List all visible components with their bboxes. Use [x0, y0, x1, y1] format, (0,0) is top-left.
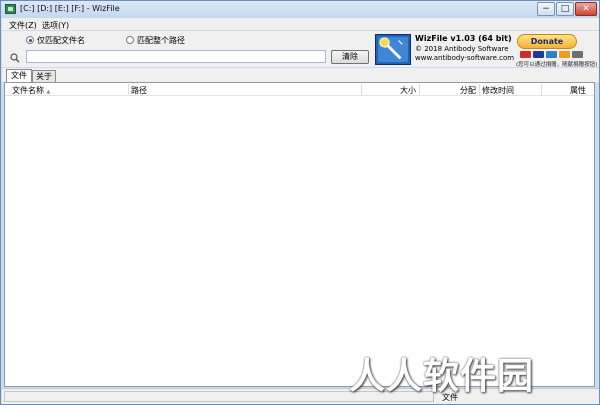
menu-bar: 文件(Z) 选项(Y)	[2, 18, 599, 31]
column-label: 文件名称	[12, 86, 44, 95]
column-header-attributes[interactable]: 属性	[570, 85, 586, 96]
wizfile-logo-icon	[375, 34, 411, 65]
minimize-button[interactable]: −	[537, 2, 555, 16]
visa-icon	[533, 51, 544, 58]
amex-icon	[546, 51, 557, 58]
radio-label: 仅匹配文件名	[37, 36, 85, 45]
radio-dot[interactable]	[126, 36, 134, 44]
column-header-path[interactable]: 路径	[131, 85, 147, 96]
copyright-text: © 2018 Antibody Software	[415, 45, 509, 53]
search-input[interactable]	[26, 50, 326, 63]
list-header: 文件名称 ▲ 路径 大小 分配 修改时间 属性	[5, 83, 594, 96]
column-header-modified[interactable]: 修改时间	[482, 85, 514, 96]
column-divider[interactable]	[361, 84, 362, 95]
column-header-filename[interactable]: 文件名称 ▲	[12, 85, 50, 96]
website-text: www.antibody-software.com	[415, 54, 515, 62]
tab-files[interactable]: 文件	[6, 69, 32, 82]
title-bar[interactable]: [C:] [D:] [E:] [F:] - WizFile − □ ✕	[1, 1, 599, 18]
mastercard-icon	[520, 51, 531, 58]
sort-ascending-icon: ▲	[46, 89, 51, 95]
radio-label: 匹配整个路径	[137, 36, 185, 45]
column-divider[interactable]	[541, 84, 542, 95]
product-name: WizFile v1.03 (64 bit)	[415, 34, 512, 43]
column-header-allocated[interactable]: 分配	[460, 85, 476, 96]
tab-bar: 文件 关于	[2, 68, 599, 82]
wizfile-app-icon[interactable]	[5, 4, 16, 14]
window-title: [C:] [D:] [E:] [F:] - WizFile	[20, 4, 120, 13]
discover-icon	[559, 51, 570, 58]
donate-button[interactable]: Donate	[517, 34, 577, 49]
donate-note: (您可以通过捐赠，随献捐赠按钮)	[516, 62, 598, 68]
close-button[interactable]: ✕	[575, 2, 597, 16]
watermark-logo: 人人软件园	[349, 356, 535, 397]
search-icon	[10, 53, 20, 63]
column-divider[interactable]	[479, 84, 480, 95]
menu-options[interactable]: 选项(Y)	[42, 20, 69, 31]
tab-about[interactable]: 关于	[32, 70, 56, 82]
column-divider[interactable]	[419, 84, 420, 95]
radio-dot[interactable]	[26, 36, 34, 44]
menu-file[interactable]: 文件(Z)	[9, 20, 37, 31]
column-header-size[interactable]: 大小	[400, 85, 416, 96]
maximize-button[interactable]: □	[556, 2, 574, 16]
app-window: [C:] [D:] [E:] [F:] - WizFile − □ ✕ 文件(Z…	[0, 0, 600, 405]
bank-card-icon	[572, 51, 583, 58]
clear-button[interactable]: 清除	[331, 50, 369, 64]
column-divider[interactable]	[128, 84, 129, 95]
results-list[interactable]: 文件名称 ▲ 路径 大小 分配 修改时间 属性	[4, 82, 595, 387]
